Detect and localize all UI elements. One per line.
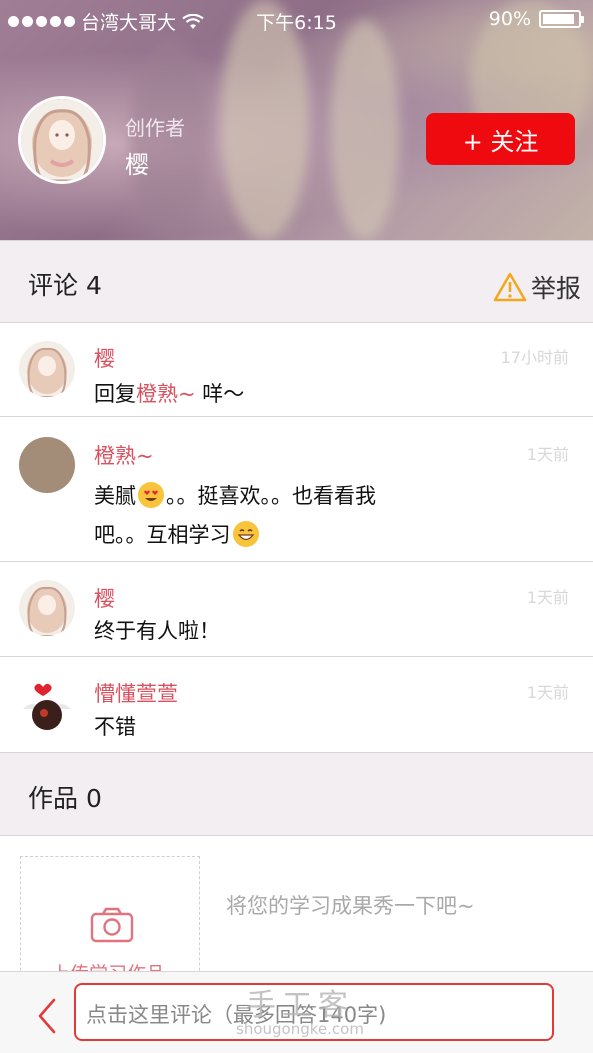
grinning-emoji-icon bbox=[232, 521, 259, 547]
comment-item: 樱 1天前 终于有人啦！ bbox=[0, 562, 593, 657]
battery-icon bbox=[539, 10, 584, 28]
chevron-left-icon bbox=[38, 998, 56, 1034]
works-header: 作品 0 bbox=[0, 752, 593, 836]
works-hint: 将您的学习成果秀一下吧~ bbox=[226, 894, 475, 918]
commenter-name[interactable]: 樱 bbox=[94, 343, 115, 373]
works-title: 作品 0 bbox=[28, 784, 102, 813]
comment-body: 咩～ bbox=[195, 382, 245, 406]
reply-prefix: 回复 bbox=[94, 382, 136, 406]
comments-title: 评论 4 bbox=[28, 271, 102, 300]
heart-eyes-emoji-icon bbox=[138, 482, 164, 508]
background-blur bbox=[330, 20, 400, 240]
comment-text: 不错 bbox=[94, 715, 136, 739]
report-button[interactable]: 举报 bbox=[493, 269, 581, 305]
comment-body-line2: 吧。。互相学习 bbox=[94, 523, 231, 547]
comment-time: 1天前 bbox=[526, 683, 569, 702]
creator-name: 樱 bbox=[125, 151, 149, 179]
comment-body-cont: 。。挺喜欢。。也看看我 bbox=[166, 484, 376, 508]
watermark-logo: 手工客 bbox=[246, 988, 354, 1023]
battery-fill bbox=[543, 14, 574, 24]
status-bar: 台湾大哥大 下午6:15 90% bbox=[0, 0, 593, 40]
commenter-avatar[interactable] bbox=[19, 580, 75, 636]
watermark-url: shougongke.com bbox=[236, 1020, 364, 1038]
follow-button[interactable]: + 关注 bbox=[426, 113, 575, 165]
commenter-name[interactable]: 懵懂萱萱 bbox=[94, 678, 178, 708]
creator-avatar[interactable] bbox=[18, 96, 106, 184]
comment-text: 美腻 。。挺喜欢。。也看看我 吧。。互相学习 bbox=[94, 477, 376, 555]
comment-item: 懵懂萱萱 1天前 不错 bbox=[0, 657, 593, 753]
camera-icon bbox=[90, 907, 134, 943]
commenter-avatar[interactable] bbox=[19, 675, 75, 731]
site-watermark: 手工客 shougongke.com bbox=[230, 980, 370, 1038]
report-label: 举报 bbox=[530, 274, 581, 303]
follow-button-label: + 关注 bbox=[462, 127, 539, 156]
creator-role-label: 创作者 bbox=[125, 116, 185, 140]
battery-percent: 90% bbox=[488, 8, 531, 30]
commenter-name[interactable]: 樱 bbox=[94, 583, 115, 613]
comment-item: 橙熟~ 1天前 美腻 。。挺喜欢。。也看看我 吧。。互相学习 bbox=[0, 417, 593, 562]
commenter-avatar[interactable] bbox=[19, 341, 75, 397]
comment-text: 回复橙熟~ 咩～ bbox=[94, 375, 244, 414]
comment-body: 美腻 bbox=[94, 484, 136, 508]
warning-icon bbox=[493, 272, 527, 302]
comments-header: 评论 4 举报 bbox=[0, 240, 593, 323]
comment-time: 17小时前 bbox=[500, 348, 569, 367]
comment-time: 1天前 bbox=[526, 588, 569, 607]
reply-target[interactable]: 橙熟~ bbox=[136, 382, 196, 406]
back-button[interactable] bbox=[32, 996, 62, 1036]
commenter-name[interactable]: 橙熟~ bbox=[94, 440, 154, 470]
comment-time: 1天前 bbox=[526, 445, 569, 464]
commenter-avatar[interactable] bbox=[19, 437, 75, 493]
comment-text: 终于有人啦！ bbox=[94, 619, 220, 643]
comment-item: 樱 17小时前 回复橙熟~ 咩～ bbox=[0, 323, 593, 417]
